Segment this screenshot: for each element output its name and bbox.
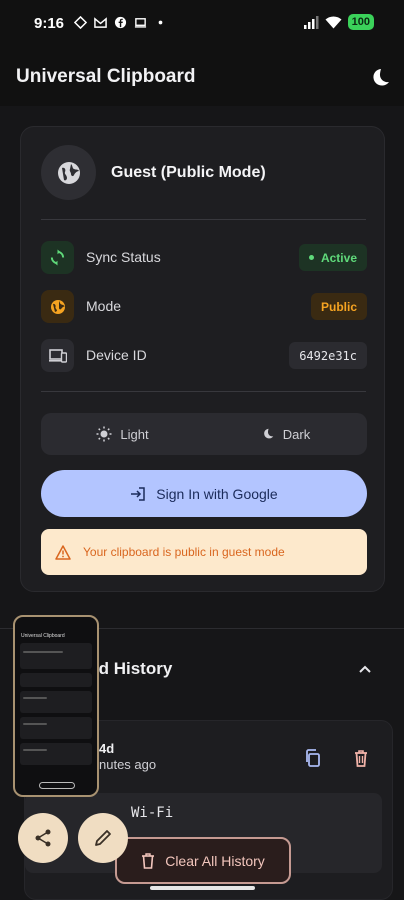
mode-badge: Public bbox=[310, 293, 367, 320]
sync-status-value: Active bbox=[320, 250, 357, 265]
notification-icons bbox=[74, 16, 167, 29]
history-item-time: nutes ago bbox=[99, 757, 157, 772]
dark-theme-button[interactable]: Dark bbox=[204, 413, 367, 455]
device-id-value: 6492e31c bbox=[299, 348, 357, 363]
guest-warning: Your clipboard is public in guest mode bbox=[41, 529, 367, 575]
thumbnail-card bbox=[20, 691, 92, 713]
thumbnail-card bbox=[20, 643, 92, 669]
pencil-icon bbox=[95, 830, 111, 846]
thumbnail-title: Universal Clipboard bbox=[21, 633, 65, 639]
share-icon bbox=[35, 829, 51, 847]
login-icon bbox=[131, 486, 146, 501]
globe-icon bbox=[57, 161, 80, 184]
thumbnail-line bbox=[23, 697, 47, 699]
history-title: rd History bbox=[92, 659, 173, 678]
light-theme-button[interactable]: Light bbox=[41, 413, 204, 455]
mode-label: Mode bbox=[86, 298, 122, 314]
mode-value: Public bbox=[320, 299, 357, 314]
mode-row: Mode Public bbox=[41, 290, 367, 324]
user-name: Guest (Public Mode) bbox=[111, 164, 266, 181]
history-item-text: Wi-Fi bbox=[131, 805, 174, 821]
signal-icon bbox=[303, 15, 319, 29]
account-card: Guest (Public Mode) Sync Status Active M… bbox=[20, 126, 385, 592]
clear-all-label: Clear All History bbox=[165, 852, 265, 869]
sync-status-badge: Active bbox=[298, 244, 367, 271]
device-id-badge: 6492e31c bbox=[289, 342, 367, 369]
laptop-icon bbox=[134, 18, 147, 28]
gmail-icon bbox=[94, 17, 107, 28]
system-icons: 100 bbox=[303, 14, 374, 30]
sign-in-google-button[interactable]: Sign In with Google bbox=[41, 470, 367, 517]
facebook-icon bbox=[114, 16, 127, 29]
theme-switch: Light Dark bbox=[41, 413, 367, 455]
thumbnail-button bbox=[39, 782, 75, 789]
status-time: 9:16 bbox=[34, 15, 65, 32]
warning-text: Your clipboard is public in guest mode bbox=[83, 545, 285, 559]
sync-status-row: Sync Status Active bbox=[41, 241, 367, 275]
wifi-icon bbox=[325, 16, 342, 28]
thumbnail-card bbox=[20, 673, 92, 687]
sync-status-label: Sync Status bbox=[86, 249, 161, 265]
dot-icon bbox=[158, 20, 163, 25]
chevron-up-icon[interactable] bbox=[356, 660, 374, 678]
screenshot-preview-thumbnail[interactable]: Universal Clipboard bbox=[13, 615, 99, 797]
thumbnail-line bbox=[23, 749, 47, 751]
moon-icon[interactable] bbox=[368, 66, 392, 90]
avatar bbox=[41, 145, 96, 200]
thumbnail-line bbox=[23, 723, 47, 725]
battery-indicator: 100 bbox=[347, 14, 374, 30]
device-icon-box bbox=[41, 339, 74, 372]
share-button[interactable] bbox=[18, 813, 68, 863]
app-title: Universal Clipboard bbox=[16, 66, 196, 87]
light-theme-label: Light bbox=[120, 426, 149, 442]
trash-icon bbox=[142, 852, 155, 869]
copy-icon[interactable] bbox=[303, 748, 323, 768]
devices-icon bbox=[48, 348, 67, 363]
status-bar: 9:16 100 bbox=[0, 0, 404, 48]
divider bbox=[41, 391, 366, 392]
status-dot bbox=[308, 255, 314, 260]
divider bbox=[41, 219, 366, 220]
clear-all-history-button[interactable]: Clear All History bbox=[115, 837, 291, 884]
history-item-device: 4d bbox=[99, 741, 115, 756]
edit-button[interactable] bbox=[78, 813, 128, 863]
dark-theme-label: Dark bbox=[282, 426, 311, 442]
warning-icon bbox=[55, 544, 71, 560]
app-notification-icon bbox=[74, 16, 87, 29]
thumbnail-card bbox=[20, 743, 92, 765]
thumbnail-card bbox=[20, 717, 92, 739]
device-id-row: Device ID 6492e31c bbox=[41, 339, 367, 373]
thumbnail-line bbox=[23, 651, 63, 653]
public-globe-icon bbox=[50, 299, 65, 314]
home-indicator[interactable] bbox=[150, 886, 255, 890]
sun-icon bbox=[96, 426, 112, 442]
device-id-label: Device ID bbox=[86, 347, 147, 363]
sign-in-label: Sign In with Google bbox=[156, 485, 278, 502]
sync-icon-box bbox=[41, 241, 74, 274]
mode-icon-box bbox=[41, 290, 74, 323]
sync-icon bbox=[50, 249, 65, 266]
moon-icon bbox=[263, 428, 274, 439]
delete-icon[interactable] bbox=[351, 748, 371, 768]
